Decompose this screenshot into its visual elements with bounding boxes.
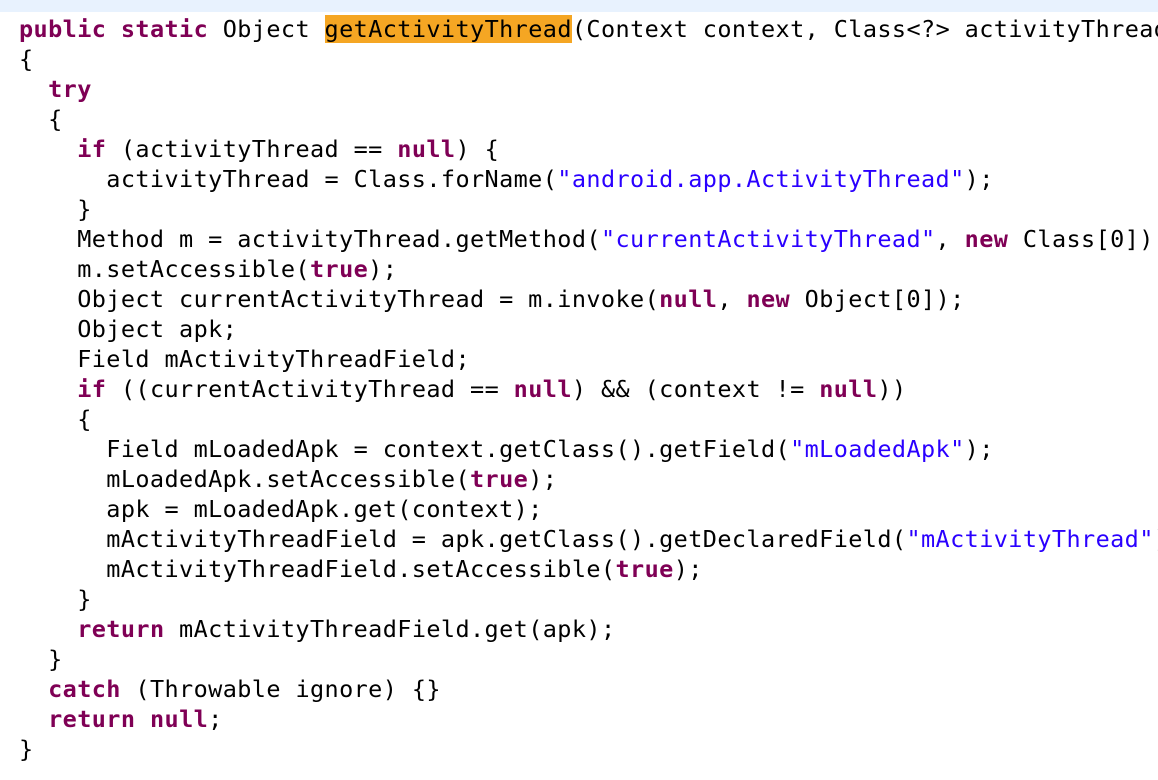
highlighted-method-name: getActivityThread <box>324 15 572 43</box>
code-line[interactable]: mActivityThreadField = apk.getClass().ge… <box>0 524 1158 554</box>
keyword-token: static <box>120 15 209 43</box>
code-token: (Context context, Class<?> activityThrea… <box>571 15 1158 43</box>
code-line[interactable]: if ((currentActivityThread == null) && (… <box>0 374 1158 404</box>
code-line[interactable]: { <box>0 104 1158 134</box>
code-line[interactable]: m.setAccessible(true); <box>0 254 1158 284</box>
code-token: apk = mLoadedApk.get(context); <box>19 495 543 523</box>
code-token: Object apk; <box>19 315 238 343</box>
keyword-token: null <box>149 705 209 733</box>
code-token: Object <box>208 15 325 43</box>
code-token: } <box>19 735 34 763</box>
keyword-token: true <box>470 465 529 493</box>
keyword-token: new <box>746 285 791 313</box>
code-line[interactable]: catch (Throwable ignore) {} <box>0 674 1158 704</box>
code-token: mActivityThreadField.get(apk); <box>164 615 616 643</box>
string-literal-token: "mActivityThread" <box>906 525 1154 553</box>
keyword-token: if <box>77 135 107 163</box>
code-token: )) <box>877 375 907 403</box>
code-token: ((currentActivityThread == <box>106 375 514 403</box>
code-token: ); <box>528 465 558 493</box>
code-token: Field mActivityThreadField; <box>19 345 470 373</box>
code-line[interactable]: } <box>0 584 1158 614</box>
code-line[interactable]: } <box>0 644 1158 674</box>
keyword-token: null <box>819 375 878 403</box>
code-token: { <box>19 405 92 433</box>
code-line[interactable]: } <box>0 194 1158 224</box>
code-token: } <box>19 645 63 673</box>
code-token: } <box>19 585 92 613</box>
keyword-token: new <box>964 225 1009 253</box>
code-line[interactable]: return null; <box>0 704 1158 734</box>
code-token: Field mLoadedApk = context.getClass().ge… <box>19 435 791 463</box>
code-token: (activityThread == <box>106 135 398 163</box>
code-line[interactable]: public static Object getActivityThread(C… <box>0 14 1158 44</box>
keyword-token: try <box>48 75 92 103</box>
code-token: activityThread = Class.forName( <box>19 165 558 193</box>
keyword-token: public <box>19 15 107 43</box>
code-token: { <box>19 45 34 73</box>
code-token: mActivityThreadField = apk.getClass().ge… <box>19 525 907 553</box>
code-token: m.setAccessible( <box>19 255 310 283</box>
code-line[interactable]: { <box>0 404 1158 434</box>
keyword-token: true <box>309 255 369 283</box>
keyword-token: null <box>659 285 718 313</box>
code-token: Object[0]); <box>790 285 965 313</box>
code-token: ); <box>673 555 703 583</box>
code-line[interactable]: mLoadedApk.setAccessible(true); <box>0 464 1158 494</box>
code-token: ); <box>964 165 994 193</box>
top-strip <box>0 0 1158 12</box>
code-token: } <box>19 195 92 223</box>
code-token: Class[0]); <box>1008 225 1158 253</box>
code-token: Object currentActivityThread = m.invoke( <box>19 285 660 313</box>
code-token: ); <box>1154 525 1158 553</box>
code-line[interactable]: Field mLoadedApk = context.getClass().ge… <box>0 434 1158 464</box>
code-token: , <box>935 225 965 253</box>
keyword-token: null <box>513 375 572 403</box>
code-token: ; <box>208 705 223 733</box>
code-token: { <box>19 105 63 133</box>
code-line[interactable]: activityThread = Class.forName("android.… <box>0 164 1158 194</box>
code-editor[interactable]: public static Object getActivityThread(C… <box>0 14 1158 764</box>
code-line[interactable]: Object currentActivityThread = m.invoke(… <box>0 284 1158 314</box>
code-token: ); <box>964 435 994 463</box>
code-token: , <box>717 285 747 313</box>
code-line[interactable]: { <box>0 44 1158 74</box>
code-line[interactable]: return mActivityThreadField.get(apk); <box>0 614 1158 644</box>
code-token: (Throwable ignore) {} <box>120 675 441 703</box>
code-token: ) && (context != <box>571 375 820 403</box>
code-line[interactable]: if (activityThread == null) { <box>0 134 1158 164</box>
code-line[interactable]: mActivityThreadField.setAccessible(true)… <box>0 554 1158 584</box>
code-token: ); <box>368 255 398 283</box>
code-token: mActivityThreadField.setAccessible( <box>19 555 616 583</box>
string-literal-token: "android.app.ActivityThread" <box>557 165 965 193</box>
code-line[interactable]: Field mActivityThreadField; <box>0 344 1158 374</box>
code-line[interactable]: } <box>0 734 1158 764</box>
code-line[interactable]: Object apk; <box>0 314 1158 344</box>
code-line[interactable]: Method m = activityThread.getMethod("cur… <box>0 224 1158 254</box>
keyword-token: if <box>77 375 107 403</box>
code-token: Method m = activityThread.getMethod( <box>19 225 601 253</box>
string-literal-token: "mLoadedApk" <box>790 435 965 463</box>
keyword-token: true <box>615 555 674 583</box>
code-line[interactable]: apk = mLoadedApk.get(context); <box>0 494 1158 524</box>
code-line[interactable]: try <box>0 74 1158 104</box>
code-token: mLoadedApk.setAccessible( <box>19 465 470 493</box>
code-token: ) { <box>455 135 500 163</box>
keyword-token: return <box>77 615 165 643</box>
keyword-token: return <box>48 705 136 733</box>
keyword-token: catch <box>48 675 121 703</box>
keyword-token: null <box>397 135 456 163</box>
string-literal-token: "currentActivityThread" <box>600 225 936 253</box>
